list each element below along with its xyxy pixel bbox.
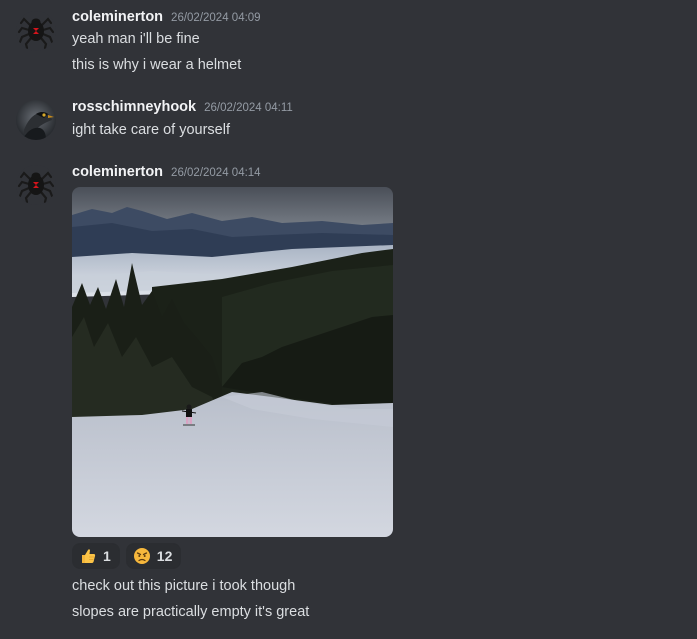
reaction-angry[interactable]: 12 bbox=[125, 543, 182, 569]
spider-avatar-icon bbox=[16, 165, 56, 205]
username[interactable]: coleminerton bbox=[72, 164, 163, 180]
message-header: coleminerton 26/02/2024 04:14 bbox=[72, 164, 261, 184]
reaction-count: 1 bbox=[103, 548, 111, 564]
image-attachment[interactable] bbox=[72, 187, 393, 537]
message-text: yeah man i'll be fine bbox=[72, 31, 200, 47]
chat-messages: coleminerton 26/02/2024 04:09 yeah man i… bbox=[0, 0, 697, 639]
message-header: rosschimneyhook 26/02/2024 04:11 bbox=[72, 99, 293, 119]
message-text: this is why i wear a helmet bbox=[72, 57, 242, 73]
message-text: check out this picture i took though bbox=[72, 578, 296, 594]
message-text: ight take care of yourself bbox=[72, 122, 230, 138]
timestamp: 26/02/2024 04:11 bbox=[204, 102, 293, 114]
message-text: slopes are practically empty it's great bbox=[72, 604, 310, 620]
reaction-count: 12 bbox=[156, 548, 173, 564]
bird-avatar-icon bbox=[16, 100, 56, 140]
timestamp: 26/02/2024 04:09 bbox=[171, 12, 261, 24]
ski-slope-photo bbox=[72, 187, 393, 537]
avatar[interactable] bbox=[16, 11, 56, 51]
avatar[interactable] bbox=[16, 100, 56, 140]
timestamp: 26/02/2024 04:14 bbox=[171, 167, 261, 179]
message-header: coleminerton 26/02/2024 04:09 bbox=[72, 9, 261, 29]
spider-avatar-icon bbox=[16, 11, 56, 51]
angry-face-icon bbox=[133, 548, 150, 564]
avatar[interactable] bbox=[16, 165, 56, 205]
reaction-thumbs-up[interactable]: 1 bbox=[72, 543, 120, 569]
username[interactable]: rosschimneyhook bbox=[72, 99, 196, 115]
username[interactable]: coleminerton bbox=[72, 9, 163, 25]
reactions-bar: 1 12 bbox=[72, 543, 182, 569]
thumbs-up-icon bbox=[82, 549, 96, 563]
